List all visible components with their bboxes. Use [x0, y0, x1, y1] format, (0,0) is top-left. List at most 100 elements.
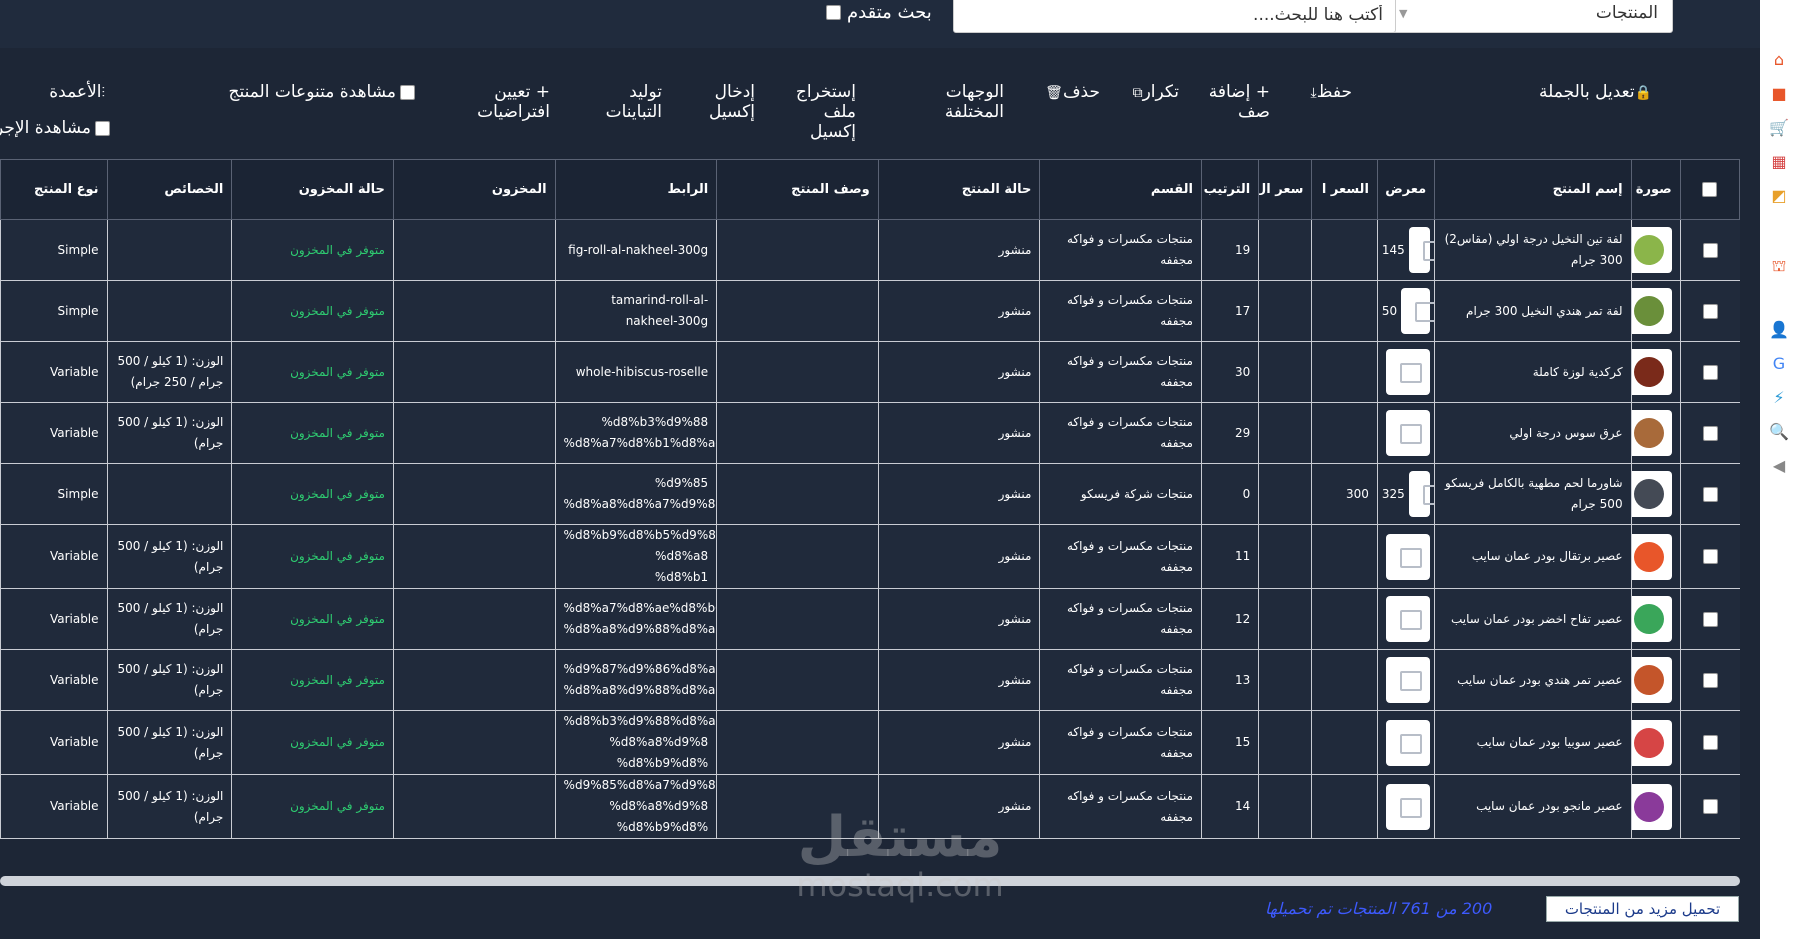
- table-row[interactable]: عصير تمر هندي بودر عمان سايب 13 منتجات مكس…: [0, 649, 1740, 711]
- column-header[interactable]: صورة ا: [1630, 159, 1681, 220]
- cell-type[interactable]: Variable: [0, 588, 108, 650]
- cell-attrs[interactable]: الوزن: (1 كيلو / 500 جرام): [106, 774, 232, 839]
- cell-order[interactable]: 30: [1200, 341, 1259, 403]
- cell-gallery[interactable]: [1376, 341, 1435, 403]
- cell-stock[interactable]: [392, 341, 556, 403]
- cell-link[interactable]: fig-roll-al-nakheel-300g: [554, 219, 717, 281]
- generate-variations-button[interactable]: توليد التباينات: [590, 82, 662, 122]
- product-thumbnail[interactable]: [1632, 533, 1672, 580]
- table-row[interactable]: عصير تفاح اخضر بودر عمان سايب 12 منتجات مك…: [0, 588, 1740, 650]
- view-variations-checkbox[interactable]: [400, 84, 415, 100]
- cell-category[interactable]: منتجات مكسرات و فواكه مجففه: [1039, 524, 1202, 589]
- table-row[interactable]: شاورما لحم مطهية بالكامل فريسكو 500 جرام…: [0, 463, 1740, 525]
- row-checkbox[interactable]: [1702, 672, 1718, 688]
- cell-gallery[interactable]: [1376, 402, 1435, 464]
- lightning-icon[interactable]: ⚡: [1769, 388, 1789, 408]
- cell-stock-status[interactable]: متوفر في المخزون: [231, 463, 394, 525]
- product-thumbnail[interactable]: [1632, 657, 1672, 703]
- gallery-image-placeholder[interactable]: [1408, 471, 1435, 517]
- cell-order[interactable]: 15: [1200, 710, 1259, 775]
- cell-category[interactable]: منتجات مكسرات و فواكه مجففه: [1039, 710, 1202, 775]
- cell-type[interactable]: Variable: [0, 710, 108, 775]
- cell-price[interactable]: [1311, 588, 1378, 650]
- collapse-icon[interactable]: ◀: [1769, 456, 1789, 476]
- cell-stock[interactable]: [392, 463, 556, 525]
- cell-desc[interactable]: [716, 280, 879, 342]
- row-checkbox[interactable]: [1702, 486, 1718, 502]
- cell-stock-status[interactable]: متوفر في المخزون: [231, 219, 394, 281]
- add-row-button[interactable]: + إضافة صف: [1200, 82, 1270, 122]
- product-thumbnail[interactable]: [1632, 349, 1672, 395]
- cell-category[interactable]: منتجات مكسرات و فواكه مجففه: [1039, 219, 1202, 281]
- cell-sale[interactable]: [1258, 588, 1312, 650]
- cell-sale[interactable]: [1258, 341, 1312, 403]
- product-thumbnail[interactable]: [1632, 596, 1672, 642]
- cell-name[interactable]: عصير تفاح اخضر بودر عمان سايب: [1434, 588, 1632, 650]
- cell-attrs[interactable]: الوزن: (1 كيلو / 500 جرام): [106, 649, 232, 711]
- column-header[interactable]: القسم: [1039, 159, 1202, 220]
- home-icon[interactable]: ⌂: [1769, 50, 1789, 70]
- gallery-image-placeholder[interactable]: [1385, 533, 1431, 580]
- product-thumbnail[interactable]: [1632, 471, 1672, 517]
- table-row[interactable]: عرق سوس درجة اولي 29 منتجات مكسرات و فواكه…: [0, 402, 1740, 464]
- cell-status[interactable]: منشور: [877, 774, 1040, 839]
- cell-link[interactable]: %d8%b9%d8%b5%d9%8a %d8%a8 %d8%b1: [554, 524, 717, 589]
- cell-price[interactable]: [1311, 280, 1378, 342]
- cell-name[interactable]: لفة تين النخيل درجة اولي (مقاس2) 300 جرا…: [1434, 219, 1632, 281]
- cell-price[interactable]: [1311, 774, 1378, 839]
- cell-status[interactable]: منشور: [877, 710, 1040, 775]
- cell-link[interactable]: %d9%87%d9%86%d8%a %d8%a8%d9%88%d8%a: [554, 649, 717, 711]
- cell-desc[interactable]: [716, 524, 879, 589]
- cell-price[interactable]: 300: [1311, 463, 1378, 525]
- product-thumbnail[interactable]: [1632, 227, 1672, 273]
- table-row[interactable]: عصير برتقال بودر عمان سايب 11 منتجات مكسرا…: [0, 524, 1740, 589]
- product-thumbnail[interactable]: [1632, 719, 1672, 766]
- cell-status[interactable]: منشور: [877, 280, 1040, 342]
- select-all-header[interactable]: [1679, 159, 1740, 220]
- row-checkbox[interactable]: [1702, 425, 1718, 441]
- search-input[interactable]: [953, 0, 1396, 33]
- product-thumbnail[interactable]: [1632, 783, 1672, 830]
- product-thumbnail[interactable]: [1632, 288, 1672, 334]
- gallery-image-placeholder[interactable]: [1385, 410, 1431, 456]
- cell-desc[interactable]: [716, 710, 879, 775]
- table-row[interactable]: عصير سوبيا بودر عمان سايب 15 منتجات مكسرات…: [0, 710, 1740, 775]
- row-select-cell[interactable]: [1679, 710, 1740, 775]
- product-image-cell[interactable]: [1630, 710, 1681, 775]
- export-excel-button[interactable]: إستخراج ملف إكسيل: [776, 82, 856, 142]
- cart-icon[interactable]: 🛒: [1769, 118, 1789, 138]
- cell-price[interactable]: [1311, 524, 1378, 589]
- cell-link[interactable]: %d9%85%d8%a7%d9%8 %d8%a8%d9%8 %d8%b9%d8%: [554, 774, 717, 839]
- product-thumbnail[interactable]: [1632, 410, 1672, 456]
- cell-sale[interactable]: [1258, 463, 1312, 525]
- cell-status[interactable]: منشور: [877, 649, 1040, 711]
- delete-button[interactable]: حذف🗑: [1045, 82, 1100, 103]
- gallery-image-placeholder[interactable]: [1401, 288, 1435, 334]
- table-row[interactable]: عصير مانجو بودر عمان سايب 14 منتجات مكسرات…: [0, 774, 1740, 839]
- cell-type[interactable]: Simple: [0, 219, 108, 281]
- table-row[interactable]: لفة تين النخيل درجة اولي (مقاس2) 300 جرا…: [0, 219, 1740, 281]
- cell-sale[interactable]: [1258, 710, 1312, 775]
- cell-status[interactable]: منشور: [877, 524, 1040, 589]
- cell-desc[interactable]: [716, 649, 879, 711]
- cell-status[interactable]: منشور: [877, 463, 1040, 525]
- cell-attrs[interactable]: الوزن: (1 كيلو / 500 جرام): [106, 588, 232, 650]
- cell-desc[interactable]: [716, 219, 879, 281]
- cell-price[interactable]: [1311, 341, 1378, 403]
- product-image-cell[interactable]: [1630, 463, 1681, 525]
- gallery-image-placeholder[interactable]: [1385, 719, 1431, 766]
- cell-order[interactable]: 13: [1200, 649, 1259, 711]
- cell-order[interactable]: 12: [1200, 588, 1259, 650]
- product-image-cell[interactable]: [1630, 774, 1681, 839]
- cell-stock-status[interactable]: متوفر في المخزون: [231, 774, 394, 839]
- cell-stock[interactable]: [392, 402, 556, 464]
- product-image-cell[interactable]: [1630, 341, 1681, 403]
- cell-link[interactable]: %d8%a7%d8%ae%d8%b6 %d8%a8%d9%88%d8%a: [554, 588, 717, 650]
- cell-type[interactable]: Variable: [0, 774, 108, 839]
- cell-attrs[interactable]: الوزن: (1 كيلو / 500 جرام): [106, 524, 232, 589]
- cell-order[interactable]: 29: [1200, 402, 1259, 464]
- column-header[interactable]: معرض: [1376, 159, 1436, 220]
- table-row[interactable]: لفة تمر هندي النخيل 300 جرام 50 17 منتجات م…: [0, 280, 1740, 342]
- cell-desc[interactable]: [716, 341, 879, 403]
- view-actions-checkbox[interactable]: [95, 120, 110, 136]
